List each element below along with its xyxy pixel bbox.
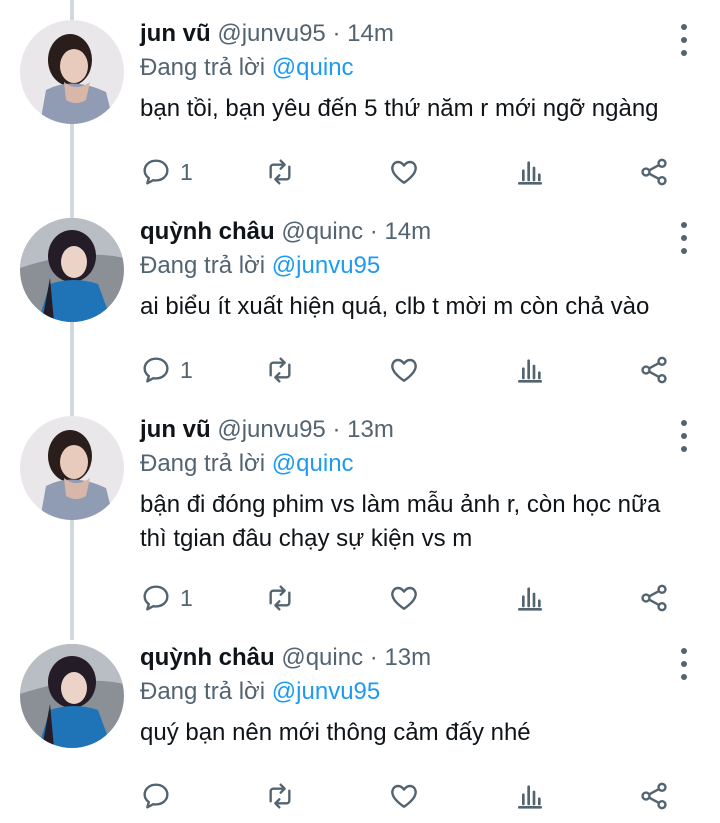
- replying-to: Đang trả lời @quinc: [140, 448, 690, 480]
- tweet-text: quý bạn nên mới thông cảm đấy nhé: [140, 719, 531, 746]
- action-bar: 1: [140, 152, 680, 192]
- reply-count: 1: [180, 356, 193, 383]
- retweet-button[interactable]: [264, 350, 296, 390]
- replying-to-label: Đang trả lời: [140, 252, 266, 279]
- timestamp[interactable]: 14m: [347, 20, 394, 47]
- reply-button[interactable]: [140, 776, 180, 816]
- tweet-header: jun vũ @junvu95 · 14m: [140, 18, 690, 50]
- tweet[interactable]: jun vũ @junvu95 · 14m Đang trả lời @quin…: [0, 0, 720, 200]
- reply-count: 1: [180, 158, 193, 185]
- tweet-header: quỳnh châu @quinc · 14m: [140, 216, 690, 248]
- user-handle[interactable]: @junvu95: [217, 20, 325, 47]
- retweet-icon: [269, 159, 291, 185]
- display-name[interactable]: quỳnh châu: [140, 644, 275, 671]
- replying-to: Đang trả lời @junvu95: [140, 250, 690, 282]
- like-button[interactable]: [388, 152, 420, 192]
- mention-link[interactable]: @quinc: [272, 54, 354, 81]
- replying-to-label: Đang trả lời: [140, 450, 266, 477]
- share-icon: [641, 158, 667, 186]
- tweet[interactable]: quỳnh châu @quinc · 14m Đang trả lời @ju…: [0, 198, 720, 398]
- views-button[interactable]: [514, 350, 546, 390]
- replying-to: Đang trả lời @junvu95: [140, 676, 690, 708]
- share-icon: [641, 782, 667, 810]
- reply-icon: [143, 783, 169, 809]
- reply-button[interactable]: 1: [140, 578, 193, 618]
- tweet-header: jun vũ @junvu95 · 13m: [140, 414, 690, 446]
- reply-count: 1: [180, 584, 193, 611]
- reply-icon: [143, 357, 169, 383]
- share-icon: [641, 584, 667, 612]
- timestamp[interactable]: 13m: [384, 644, 431, 671]
- user-handle[interactable]: @junvu95: [217, 416, 325, 443]
- separator: ·: [369, 644, 378, 671]
- retweet-button[interactable]: [264, 776, 296, 816]
- more-icon[interactable]: [676, 420, 692, 452]
- avatar[interactable]: [20, 644, 124, 748]
- more-icon[interactable]: [676, 24, 692, 56]
- tweet-text: bạn tồi, bạn yêu đến 5 thứ năm r mới ngỡ…: [140, 95, 659, 122]
- display-name[interactable]: jun vũ: [140, 20, 211, 47]
- views-icon: [518, 785, 542, 809]
- tweet-header: quỳnh châu @quinc · 13m: [140, 642, 690, 674]
- reply-button[interactable]: 1: [140, 152, 193, 192]
- share-button[interactable]: [638, 350, 670, 390]
- views-button[interactable]: [514, 152, 546, 192]
- user-handle[interactable]: @quinc: [281, 218, 363, 245]
- heart-icon: [391, 358, 417, 382]
- separator: ·: [369, 218, 378, 245]
- tweet-text: bận đi đóng phim vs làm mẫu ảnh r, còn h…: [140, 491, 661, 552]
- mention-link[interactable]: @junvu95: [272, 252, 380, 279]
- action-bar: 1: [140, 578, 680, 618]
- views-button[interactable]: [514, 578, 546, 618]
- reply-icon: [143, 585, 169, 611]
- retweet-button[interactable]: [264, 152, 296, 192]
- mention-link[interactable]: @quinc: [272, 450, 354, 477]
- retweet-icon: [269, 783, 291, 809]
- mention-link[interactable]: @junvu95: [272, 678, 380, 705]
- separator: ·: [332, 416, 341, 443]
- share-icon: [641, 356, 667, 384]
- views-button[interactable]: [514, 776, 546, 816]
- heart-icon: [391, 160, 417, 184]
- action-bar: 1: [140, 350, 680, 390]
- separator: ·: [332, 20, 341, 47]
- like-button[interactable]: [388, 350, 420, 390]
- retweet-icon: [269, 585, 291, 611]
- heart-icon: [391, 784, 417, 808]
- replying-to-label: Đang trả lời: [140, 678, 266, 705]
- action-bar: [140, 776, 680, 816]
- replying-to-label: Đang trả lời: [140, 54, 266, 81]
- heart-icon: [391, 586, 417, 610]
- views-icon: [518, 161, 542, 185]
- avatar[interactable]: [20, 416, 124, 520]
- avatar[interactable]: [20, 218, 124, 322]
- views-icon: [518, 359, 542, 383]
- share-button[interactable]: [638, 578, 670, 618]
- tweet[interactable]: quỳnh châu @quinc · 13m Đang trả lời @ju…: [0, 624, 720, 823]
- like-button[interactable]: [388, 776, 420, 816]
- tweet-text: ai biểu ít xuất hiện quá, clb t mời m cò…: [140, 293, 650, 320]
- more-icon[interactable]: [676, 222, 692, 254]
- reply-button[interactable]: 1: [140, 350, 193, 390]
- replying-to: Đang trả lời @quinc: [140, 52, 690, 84]
- more-icon[interactable]: [676, 648, 692, 680]
- avatar[interactable]: [20, 20, 124, 124]
- user-handle[interactable]: @quinc: [281, 644, 363, 671]
- views-icon: [518, 587, 542, 611]
- display-name[interactable]: jun vũ: [140, 416, 211, 443]
- like-button[interactable]: [388, 578, 420, 618]
- tweet[interactable]: jun vũ @junvu95 · 13m Đang trả lời @quin…: [0, 396, 720, 626]
- share-button[interactable]: [638, 776, 670, 816]
- retweet-button[interactable]: [264, 578, 296, 618]
- share-button[interactable]: [638, 152, 670, 192]
- retweet-icon: [269, 357, 291, 383]
- reply-icon: [143, 159, 169, 185]
- timestamp[interactable]: 14m: [384, 218, 431, 245]
- timestamp[interactable]: 13m: [347, 416, 394, 443]
- display-name[interactable]: quỳnh châu: [140, 218, 275, 245]
